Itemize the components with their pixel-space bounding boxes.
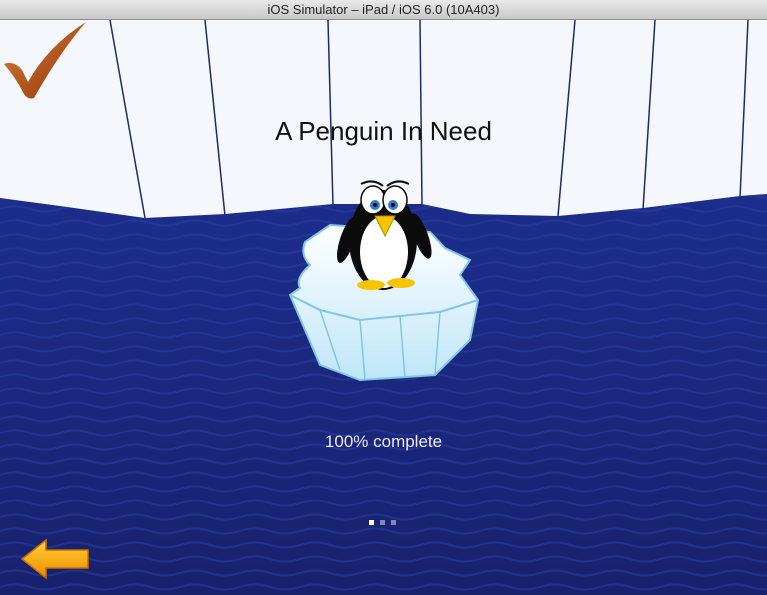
left-arrow-icon	[20, 538, 89, 580]
progress-label: 100% complete	[324, 432, 443, 451]
page-indicator[interactable]	[369, 520, 396, 526]
simulator-window: iOS Simulator – iPad / iOS 6.0 (10A403)	[0, 0, 767, 595]
scene-background	[0, 20, 767, 595]
back-button[interactable]	[20, 538, 92, 580]
penguin-icon	[337, 180, 432, 290]
window-title-bar: iOS Simulator – iPad / iOS 6.0 (10A403)	[0, 0, 767, 20]
window-title: iOS Simulator – iPad / iOS 6.0 (10A403)	[267, 2, 500, 17]
level-title: A Penguin In Need	[275, 116, 492, 146]
page-dot-2[interactable]	[380, 520, 385, 525]
penguin-character[interactable]	[335, 170, 435, 295]
checkmark-icon	[4, 22, 86, 99]
page-dot-3[interactable]	[391, 520, 396, 525]
game-scene: A Penguin In Need 100% complete	[0, 20, 767, 595]
page-dot-1[interactable]	[369, 520, 374, 525]
